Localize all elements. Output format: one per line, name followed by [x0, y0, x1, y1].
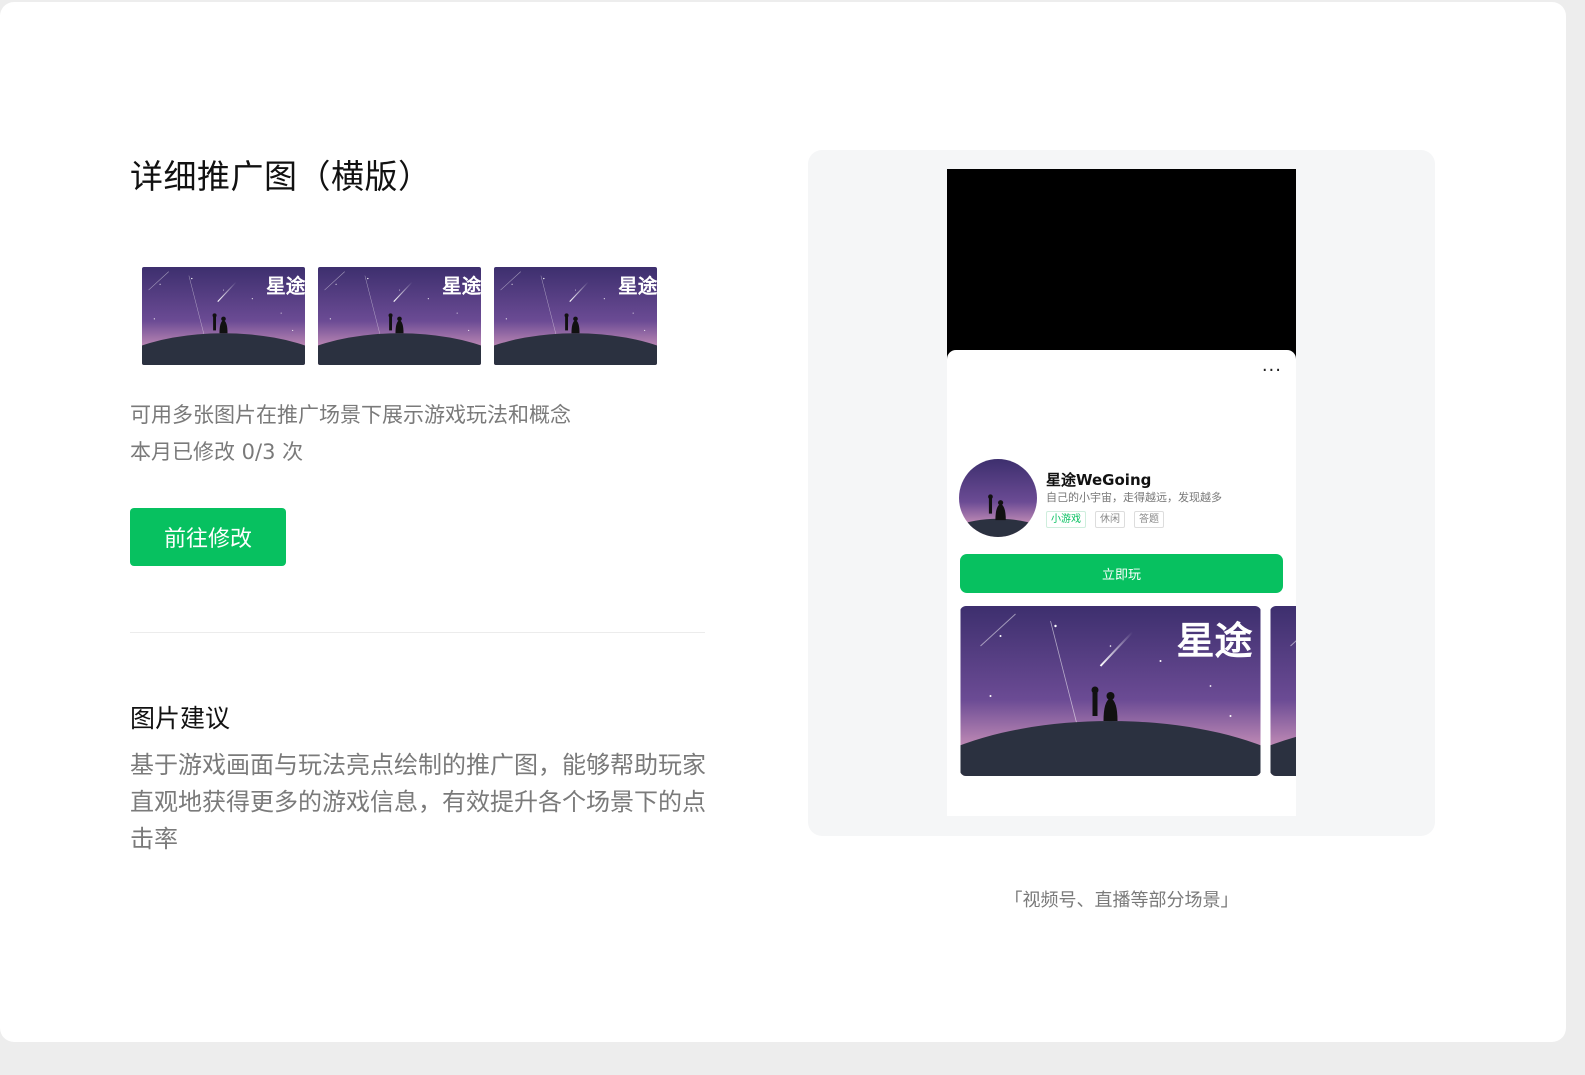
preview-caption: 「视频号、直播等部分场景」 — [1004, 890, 1239, 911]
divider — [130, 632, 705, 633]
game-slogan: 自己的小宇宙，走得越远，发现越多 — [1046, 491, 1222, 504]
suggestion-text: 基于游戏画面与玩法亮点绘制的推广图，能够帮助玩家直观地获得更多的游戏信息，有效提… — [130, 751, 706, 853]
section-title: 详细推广图（横版） — [130, 157, 432, 196]
suggestion-title: 图片建议 — [130, 704, 231, 733]
thumbnail-list: 星途 星途 星途 — [142, 267, 657, 365]
promo-screenshot[interactable]: 星途 — [960, 606, 1261, 776]
game-sheet: ··· 星途WeGoing 自己的小宇宙，走得越远，发现越多 小游戏 休闲 答题… — [947, 350, 1296, 816]
play-now-button[interactable]: 立即玩 — [960, 554, 1283, 593]
promo-screenshot[interactable] — [1270, 606, 1296, 776]
modify-count: 本月已修改 0/3 次 — [130, 440, 304, 464]
promo-thumbnail[interactable]: 星途 — [142, 267, 305, 365]
promo-thumbnail[interactable]: 星途 — [494, 267, 657, 365]
description-text: 可用多张图片在推广场景下展示游戏玩法和概念 — [130, 403, 571, 427]
game-tag: 休闲 — [1095, 511, 1125, 528]
screenshot-logo-text: 星途 — [1176, 619, 1252, 663]
game-tag: 答题 — [1134, 511, 1164, 528]
thumbnail-logo-text: 星途 — [618, 274, 657, 297]
main-card: 详细推广图（横版） 星途 星途 星途 可用多张图片在推广场景下展示游戏玩法和概念… — [0, 2, 1566, 1042]
phone-preview: ··· 星途WeGoing 自己的小宇宙，走得越远，发现越多 小游戏 休闲 答题… — [947, 169, 1296, 816]
thumbnail-logo-text: 星途 — [442, 274, 481, 297]
thumbnail-logo-text: 星途 — [266, 274, 305, 297]
go-edit-button[interactable]: 前往修改 — [130, 508, 286, 566]
game-name: 星途WeGoing — [1046, 471, 1152, 489]
promo-thumbnail[interactable]: 星途 — [318, 267, 481, 365]
game-tags: 小游戏 休闲 答题 — [1046, 511, 1164, 528]
more-icon[interactable]: ··· — [1262, 360, 1282, 381]
preview-panel: ··· 星途WeGoing 自己的小宇宙，走得越远，发现越多 小游戏 休闲 答题… — [808, 150, 1435, 836]
section-description: 可用多张图片在推广场景下展示游戏玩法和概念 本月已修改 0/3 次 — [130, 397, 571, 471]
screenshot-carousel[interactable]: 星途 — [960, 606, 1296, 776]
video-area — [947, 169, 1296, 364]
game-avatar — [959, 459, 1037, 537]
game-tag: 小游戏 — [1046, 511, 1086, 528]
